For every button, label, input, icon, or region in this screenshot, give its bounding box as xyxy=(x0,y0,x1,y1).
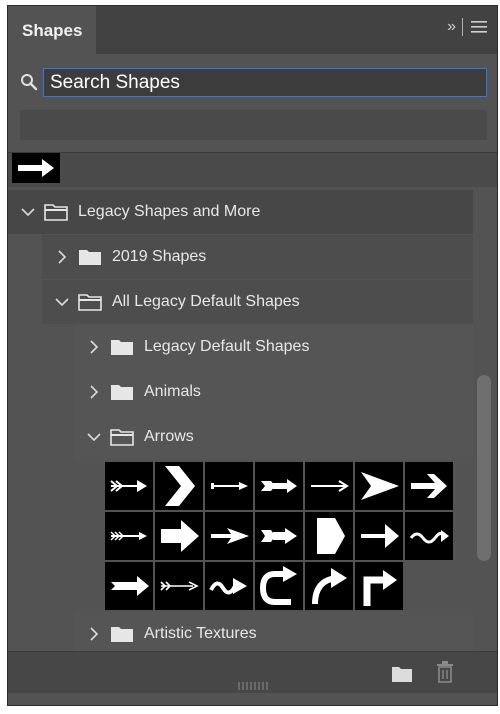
group-all-legacy-default-shapes[interactable]: All Legacy Default Shapes xyxy=(42,280,473,324)
preview-strip xyxy=(8,153,497,187)
filter-bar xyxy=(20,110,487,140)
folder-icon xyxy=(111,385,133,400)
squiggle-arrow-icon xyxy=(209,578,247,595)
folder-icon[interactable] xyxy=(391,665,413,683)
feathered-arrow-icon xyxy=(110,480,147,492)
shape-thumbnail[interactable] xyxy=(355,562,403,610)
group-label: All Legacy Default Shapes xyxy=(112,293,300,310)
chevron-right-icon[interactable] xyxy=(86,340,102,354)
folder-open-icon xyxy=(110,429,134,446)
shape-thumbnail[interactable] xyxy=(355,462,403,510)
wavy-arrow-icon xyxy=(409,530,449,544)
group-legacy-default-shapes[interactable]: Legacy Default Shapes xyxy=(74,325,473,369)
shapes-panel: Shapes » Search Shapes Legacy Shapes and… xyxy=(7,5,498,706)
shape-thumbnail[interactable] xyxy=(305,512,353,560)
fletched-arrow-icon xyxy=(110,531,147,541)
shape-thumbnail[interactable] xyxy=(105,512,153,560)
double-feather-arrow-icon xyxy=(261,479,297,493)
line-arrow-icon xyxy=(311,480,349,492)
panel-footer xyxy=(8,651,497,693)
shape-thumbnail[interactable] xyxy=(405,512,453,560)
chevron-right-icon[interactable] xyxy=(86,385,102,399)
group-artistic-textures[interactable]: Artistic Textures xyxy=(74,612,473,652)
shape-thumbnail[interactable] xyxy=(205,462,253,510)
trash-icon[interactable] xyxy=(436,661,454,683)
group-animals[interactable]: Animals xyxy=(74,370,473,414)
menu-separator xyxy=(462,18,463,36)
shape-thumbnail[interactable] xyxy=(305,562,353,610)
thin-arrow-icon xyxy=(211,482,248,490)
panel-tab-bar: Shapes » xyxy=(8,6,497,54)
block-arrow-icon xyxy=(161,520,199,552)
chevron-right-icon[interactable] xyxy=(86,627,102,641)
shapes-list: Legacy Shapes and More 2019 Shapes All L… xyxy=(8,152,497,652)
shape-thumbnail[interactable] xyxy=(155,462,203,510)
chevron-down-icon[interactable] xyxy=(54,297,70,307)
shape-thumbnail[interactable] xyxy=(255,562,303,610)
chevron-right-icon[interactable] xyxy=(54,250,70,264)
folder-icon xyxy=(111,340,133,355)
curved-arrow-icon xyxy=(312,568,347,605)
group-legacy-shapes-and-more[interactable]: Legacy Shapes and More xyxy=(8,190,473,234)
shape-thumbnail[interactable] xyxy=(405,462,453,510)
chevron-down-icon[interactable] xyxy=(20,207,36,217)
corner-arrow-icon xyxy=(363,570,397,606)
folder-open-icon xyxy=(78,294,102,311)
u-turn-arrow-icon xyxy=(259,566,297,605)
group-2019-shapes[interactable]: 2019 Shapes xyxy=(42,235,473,279)
dart-arrow-icon xyxy=(361,472,399,500)
bold-arrow-icon xyxy=(411,474,447,498)
search-input[interactable] xyxy=(43,68,487,97)
shape-thumbnail[interactable] xyxy=(205,512,253,560)
shape-thumbnail[interactable] xyxy=(155,562,203,610)
search-row xyxy=(8,65,497,101)
shape-thumbnail[interactable] xyxy=(255,462,303,510)
group-arrows[interactable]: Arrows xyxy=(74,415,473,459)
solid-arrow-icon xyxy=(361,524,399,548)
group-label: Legacy Default Shapes xyxy=(144,338,310,355)
arrow-shapes-grid xyxy=(105,462,457,612)
pentagon-arrow-icon xyxy=(317,518,345,554)
panel-menu: » xyxy=(447,18,487,36)
shape-thumbnail[interactable] xyxy=(155,512,203,560)
chevron-icon xyxy=(165,466,195,506)
tab-shapes[interactable]: Shapes xyxy=(8,6,96,54)
folder-icon xyxy=(111,627,133,642)
folder-icon xyxy=(79,250,101,265)
notched-arrow-icon xyxy=(111,576,149,596)
group-label: Legacy Shapes and More xyxy=(78,203,261,220)
folder-open-icon xyxy=(44,204,68,221)
shape-thumbnail[interactable] xyxy=(355,512,403,560)
pointer-arrow-icon xyxy=(211,528,249,544)
group-label: Artistic Textures xyxy=(144,625,257,642)
shape-thumbnail[interactable] xyxy=(205,562,253,610)
group-label: Animals xyxy=(144,383,201,400)
chevron-down-icon[interactable] xyxy=(86,432,102,442)
resize-grip[interactable] xyxy=(238,682,270,690)
shape-thumbnail[interactable] xyxy=(305,462,353,510)
group-label: 2019 Shapes xyxy=(112,248,207,265)
collapse-panel-icon[interactable]: » xyxy=(447,18,456,36)
shape-thumbnail[interactable] xyxy=(255,512,303,560)
shape-thumbnail[interactable] xyxy=(12,153,60,183)
search-icon xyxy=(21,74,38,91)
quiver-arrow-icon xyxy=(160,581,199,591)
shape-thumbnail[interactable] xyxy=(105,462,153,510)
double-head-arrow-icon xyxy=(261,528,297,544)
shape-thumbnail[interactable] xyxy=(105,562,153,610)
hamburger-menu-icon[interactable] xyxy=(471,20,487,34)
group-label: Arrows xyxy=(144,428,194,445)
scrollbar-thumb[interactable] xyxy=(477,375,491,561)
